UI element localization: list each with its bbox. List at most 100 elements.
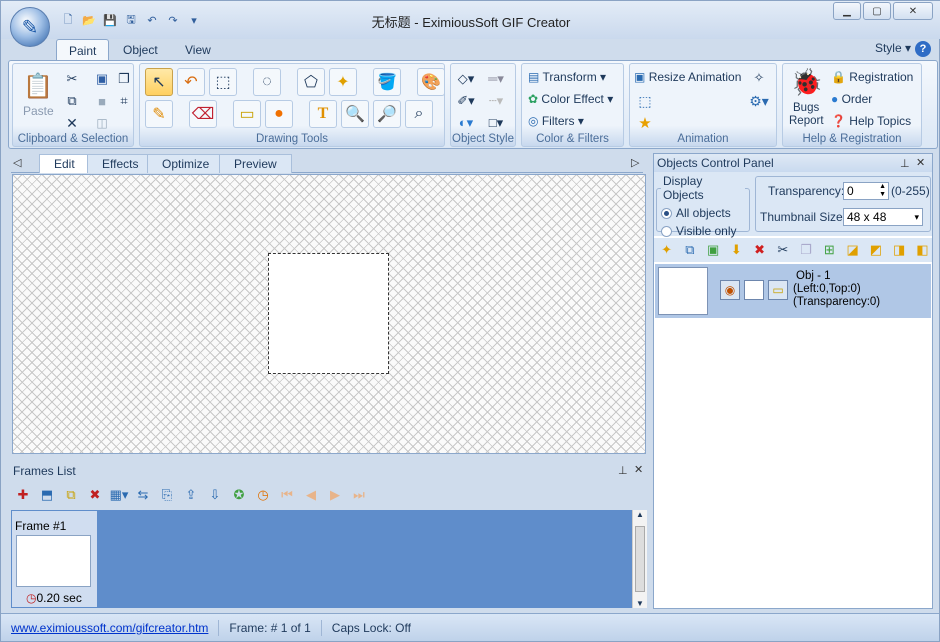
- minimize-button[interactable]: ▁: [833, 2, 861, 20]
- filters-button[interactable]: ◎ Filters ▾: [528, 114, 584, 128]
- move-frame-icon[interactable]: ⇆: [133, 485, 153, 505]
- text-tool-icon[interactable]: T: [309, 100, 337, 128]
- tab-effects[interactable]: Effects: [87, 154, 154, 173]
- fill-bucket-icon[interactable]: 🪣: [373, 68, 401, 96]
- transparency-input[interactable]: 0 ▲ ▼: [843, 182, 889, 200]
- star-icon[interactable]: ★: [634, 112, 656, 134]
- cut-object-icon[interactable]: ✂: [773, 240, 792, 260]
- first-frame-icon[interactable]: ⏮: [277, 485, 297, 505]
- visibility-eye-icon[interactable]: ◉: [720, 280, 740, 300]
- import-frame-icon[interactable]: ⇪: [181, 485, 201, 505]
- add-frame-icon[interactable]: ✚: [13, 485, 33, 505]
- pointer-tool-icon[interactable]: ↖: [145, 68, 173, 96]
- paste-object-icon[interactable]: ⬇: [727, 240, 746, 260]
- export-frame-icon[interactable]: ⇩: [205, 485, 225, 505]
- timer-icon[interactable]: ◷: [253, 485, 273, 505]
- dash-style-icon[interactable]: ┄▾: [485, 90, 507, 112]
- help-icon[interactable]: ?: [915, 41, 931, 57]
- tab-scroll-right-icon[interactable]: ▷: [631, 156, 639, 169]
- eraser-icon[interactable]: ⌫: [189, 100, 217, 128]
- style-menu[interactable]: Style ▾: [875, 41, 911, 55]
- tab-optimize[interactable]: Optimize: [147, 154, 225, 173]
- frame-delay[interactable]: ◷0.20 sec: [26, 591, 82, 605]
- zoom-out-icon[interactable]: 🔎: [373, 100, 401, 128]
- all-objects-radio[interactable]: All objects: [661, 206, 745, 220]
- paste-icon[interactable]: 📋: [23, 70, 53, 102]
- polygon-select-icon[interactable]: ⬠: [297, 68, 325, 96]
- color-box-icon[interactable]: □▾: [485, 112, 507, 134]
- scroll-thumb[interactable]: [635, 526, 645, 592]
- wand-icon[interactable]: ✧: [748, 67, 770, 89]
- delete-object-icon[interactable]: ✖: [750, 240, 769, 260]
- group-object-icon[interactable]: ❐: [797, 240, 816, 260]
- frame-item[interactable]: Frame #1 ◷0.20 sec: [12, 511, 97, 607]
- fill-style-icon[interactable]: ◇▾: [455, 68, 477, 90]
- copy-frame-icon[interactable]: ⎘: [157, 485, 177, 505]
- image-icon[interactable]: ▭: [233, 100, 261, 128]
- scroll-down-icon[interactable]: ▼: [636, 599, 644, 608]
- zoom-in-icon[interactable]: 🔍: [341, 100, 369, 128]
- order-button[interactable]: ● Order: [831, 92, 872, 106]
- gradient-icon[interactable]: ◐▾: [455, 112, 477, 134]
- pin-icon[interactable]: ⊥: [618, 464, 628, 477]
- canvas-area[interactable]: [12, 174, 646, 454]
- line-style-icon[interactable]: ═▾: [485, 68, 507, 90]
- scroll-up-icon[interactable]: ▲: [636, 510, 644, 519]
- palette-icon[interactable]: 🎨: [417, 68, 445, 96]
- registration-button[interactable]: 🔒 Registration: [831, 70, 913, 84]
- magic-wand-icon[interactable]: ✦: [329, 68, 357, 96]
- crop-icon[interactable]: ⌗: [113, 90, 135, 112]
- close-panel-icon[interactable]: ✕: [916, 154, 925, 172]
- new-object-icon[interactable]: ✦: [657, 240, 676, 260]
- close-button[interactable]: ✕: [893, 2, 933, 20]
- transform-button[interactable]: ▤ Transform ▾: [528, 70, 606, 84]
- thumbnail-size-select[interactable]: 48 x 48 ▾: [843, 208, 923, 226]
- pen-style-icon[interactable]: ✐▾: [455, 90, 477, 112]
- lasso-select-icon[interactable]: ◌: [253, 68, 281, 96]
- tab-scroll-left-icon[interactable]: ◁: [13, 156, 21, 169]
- website-link[interactable]: www.eximioussoft.com/gifcreator.htm: [11, 621, 208, 635]
- copy-object-icon[interactable]: ⧉: [680, 240, 699, 260]
- callout-icon[interactable]: ●: [265, 100, 293, 128]
- rect-select-icon[interactable]: ⬚: [209, 68, 237, 96]
- bring-to-front-icon[interactable]: ◨: [890, 240, 909, 260]
- maximize-button[interactable]: ▢: [863, 2, 891, 20]
- ungroup-object-icon[interactable]: ⊞: [820, 240, 839, 260]
- color-effect-button[interactable]: ✿ Color Effect ▾: [528, 92, 613, 106]
- next-frame-icon[interactable]: ▶: [325, 485, 345, 505]
- select-all-icon[interactable]: ▣: [91, 68, 113, 90]
- tab-view[interactable]: View: [173, 39, 223, 61]
- deselect-icon[interactable]: ◫: [91, 112, 113, 134]
- delete-icon[interactable]: ✕: [61, 112, 83, 134]
- spinner-icon[interactable]: ▲ ▼: [879, 183, 886, 199]
- canvas-size-icon[interactable]: ⬚: [634, 90, 656, 112]
- insert-frame-icon[interactable]: ⬒: [37, 485, 57, 505]
- object-list-item[interactable]: ◉ ▭ Obj - 1 (Left:0,Top:0) (Transparency…: [655, 264, 931, 318]
- previous-frame-icon[interactable]: ◀: [301, 485, 321, 505]
- canvas-frame[interactable]: [268, 253, 389, 374]
- send-to-back-icon[interactable]: ◧: [913, 240, 932, 260]
- duplicate-frame-icon[interactable]: ⧉: [61, 485, 81, 505]
- bug-icon[interactable]: 🐞: [791, 66, 823, 98]
- copy-icon[interactable]: ⧉: [61, 90, 83, 112]
- rotate-tool-icon[interactable]: ↶: [177, 68, 205, 96]
- tab-paint[interactable]: Paint: [56, 39, 110, 61]
- tab-preview[interactable]: Preview: [219, 154, 292, 173]
- cut-icon[interactable]: ✂: [61, 68, 83, 90]
- copy-selection-icon[interactable]: ❐: [113, 68, 135, 90]
- frame-properties-icon[interactable]: ▦▾: [109, 485, 129, 505]
- visible-only-radio[interactable]: Visible only: [661, 224, 745, 238]
- help-topics-button[interactable]: ❓ Help Topics: [831, 114, 911, 128]
- fill-selection-icon[interactable]: ■: [91, 90, 113, 112]
- close-panel-icon[interactable]: ✕: [634, 463, 643, 476]
- add-image-object-icon[interactable]: ▣: [704, 240, 723, 260]
- lock-checkbox[interactable]: [744, 280, 764, 300]
- zoom-fit-icon[interactable]: ⌕: [405, 100, 433, 128]
- app-menu-button[interactable]: ✎: [10, 7, 50, 47]
- frames-scrollbar[interactable]: ▲ ▼: [632, 510, 647, 608]
- last-frame-icon[interactable]: ⏭: [349, 485, 369, 505]
- tab-object[interactable]: Object: [111, 39, 170, 61]
- pencil-icon[interactable]: ✎: [145, 100, 173, 128]
- add-object-icon[interactable]: ✪: [229, 485, 249, 505]
- delete-frame-icon[interactable]: ✖: [85, 485, 105, 505]
